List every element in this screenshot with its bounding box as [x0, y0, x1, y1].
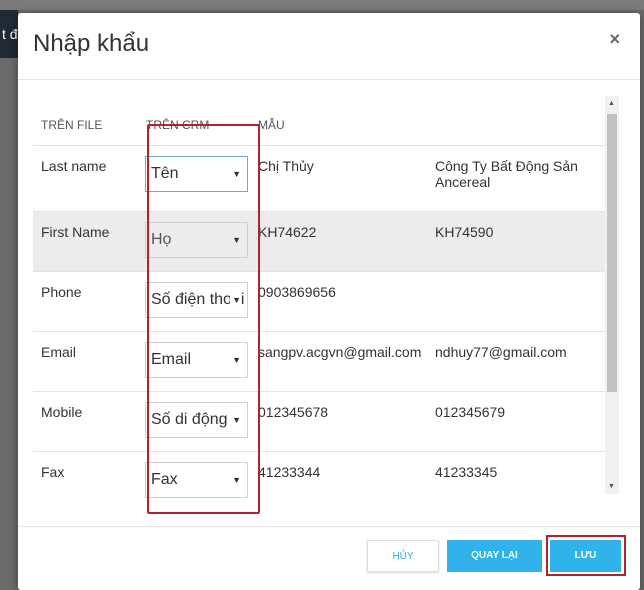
crm-select-value: Họ — [151, 231, 172, 248]
crm-cell: Tên ▼ — [138, 145, 250, 212]
dropdown-arrow-icon: ▼ — [230, 463, 241, 497]
sample-value: Chị Thủy — [250, 145, 427, 212]
crm-select-value: Tên — [151, 165, 179, 182]
crm-cell: Fax ▼ — [138, 451, 250, 505]
crm-field-select[interactable]: Số điện thoại ▼ — [145, 282, 248, 318]
close-icon[interactable]: × — [609, 29, 620, 50]
crm-field-select[interactable]: Fax ▼ — [145, 462, 248, 498]
crm-select-value: Fax — [151, 471, 178, 488]
file-field: First Name — [33, 211, 138, 272]
import-modal: Nhập khẩu × TRÊN FILE TRÊN CRM MẪU Last … — [18, 13, 640, 590]
scrollbar[interactable]: ▲ ▼ — [605, 96, 619, 494]
table-row: Fax Fax ▼ 41233344 41233345 — [33, 451, 605, 505]
crm-cell: Số di động ▼ — [138, 391, 250, 452]
crm-select-value: Email — [151, 351, 192, 368]
table-row: Last name Tên ▼ Chị Thủy Công Ty Bất Động… — [33, 145, 605, 212]
file-field: Mobile — [33, 391, 138, 452]
scrollbar-thumb[interactable] — [607, 114, 617, 392]
table-row: Phone Số điện thoại ▼ 0903869656 — [33, 271, 605, 332]
crm-field-select[interactable]: Email ▼ — [145, 342, 248, 378]
crm-cell: Số điện thoại ▼ — [138, 271, 250, 332]
cancel-button[interactable]: HỦY — [367, 540, 439, 572]
header-crm: TRÊN CRM — [138, 105, 250, 146]
modal-footer — [18, 526, 640, 590]
mapping-table: TRÊN FILE TRÊN CRM MẪU Last name Tên ▼ Ch… — [33, 105, 605, 505]
sample-value: KH74622 — [250, 211, 427, 272]
mapping-table-container: TRÊN FILE TRÊN CRM MẪU Last name Tên ▼ Ch… — [33, 105, 605, 505]
back-button[interactable]: QUAY LẠI — [447, 540, 542, 572]
sample-value: ndhuy77@gmail.com — [427, 331, 605, 392]
modal-title: Nhập khẩu — [33, 30, 150, 57]
sample-value — [427, 271, 605, 332]
header-sample: MẪU — [250, 105, 427, 146]
dropdown-arrow-icon: ▼ — [230, 157, 241, 191]
dropdown-arrow-icon: ▼ — [230, 223, 241, 257]
crm-cell: Email ▼ — [138, 331, 250, 392]
crm-cell: Họ ▼ — [138, 211, 250, 272]
table-header-row: TRÊN FILE TRÊN CRM MẪU — [33, 105, 605, 146]
file-field: Phone — [33, 271, 138, 332]
sample-value: 41233344 — [250, 451, 427, 505]
crm-select-value: Số di động — [151, 411, 228, 428]
sample-value: 012345678 — [250, 391, 427, 452]
table-row: Email Email ▼ sangpv.acgvn@gmail.com ndhu… — [33, 331, 605, 392]
background-nav: t đ — [0, 10, 18, 58]
sample-value: 012345679 — [427, 391, 605, 452]
sample-value: 41233345 — [427, 451, 605, 505]
modal-header: Nhập khẩu × — [18, 13, 640, 80]
table-row: Mobile Số di động ▼ 012345678 012345679 — [33, 391, 605, 452]
scroll-up-icon[interactable]: ▲ — [608, 100, 615, 107]
table-row: First Name Họ ▼ KH74622 KH74590 — [33, 211, 605, 272]
sample-value: Công Ty Bất Động Sản Ancereal — [427, 145, 605, 212]
dropdown-arrow-icon: ▼ — [230, 343, 241, 377]
file-field: Email — [33, 331, 138, 392]
crm-field-select[interactable]: Số di động ▼ — [145, 402, 248, 438]
crm-field-select[interactable]: Họ ▼ — [145, 222, 248, 258]
sample-value: sangpv.acgvn@gmail.com — [250, 331, 427, 392]
header-file: TRÊN FILE — [33, 105, 138, 146]
background-topbar — [0, 0, 644, 10]
save-button[interactable]: LƯU — [550, 540, 621, 572]
crm-field-select[interactable]: Tên ▼ — [145, 156, 248, 192]
file-field: Fax — [33, 451, 138, 505]
dropdown-arrow-icon: ▼ — [230, 283, 241, 317]
background-nav-text: t đ — [2, 26, 18, 42]
file-field: Last name — [33, 145, 138, 212]
dropdown-arrow-icon: ▼ — [230, 403, 241, 437]
scroll-down-icon[interactable]: ▼ — [608, 483, 615, 490]
header-sample-2 — [427, 105, 605, 146]
sample-value: KH74590 — [427, 211, 605, 272]
sample-value: 0903869656 — [250, 271, 427, 332]
